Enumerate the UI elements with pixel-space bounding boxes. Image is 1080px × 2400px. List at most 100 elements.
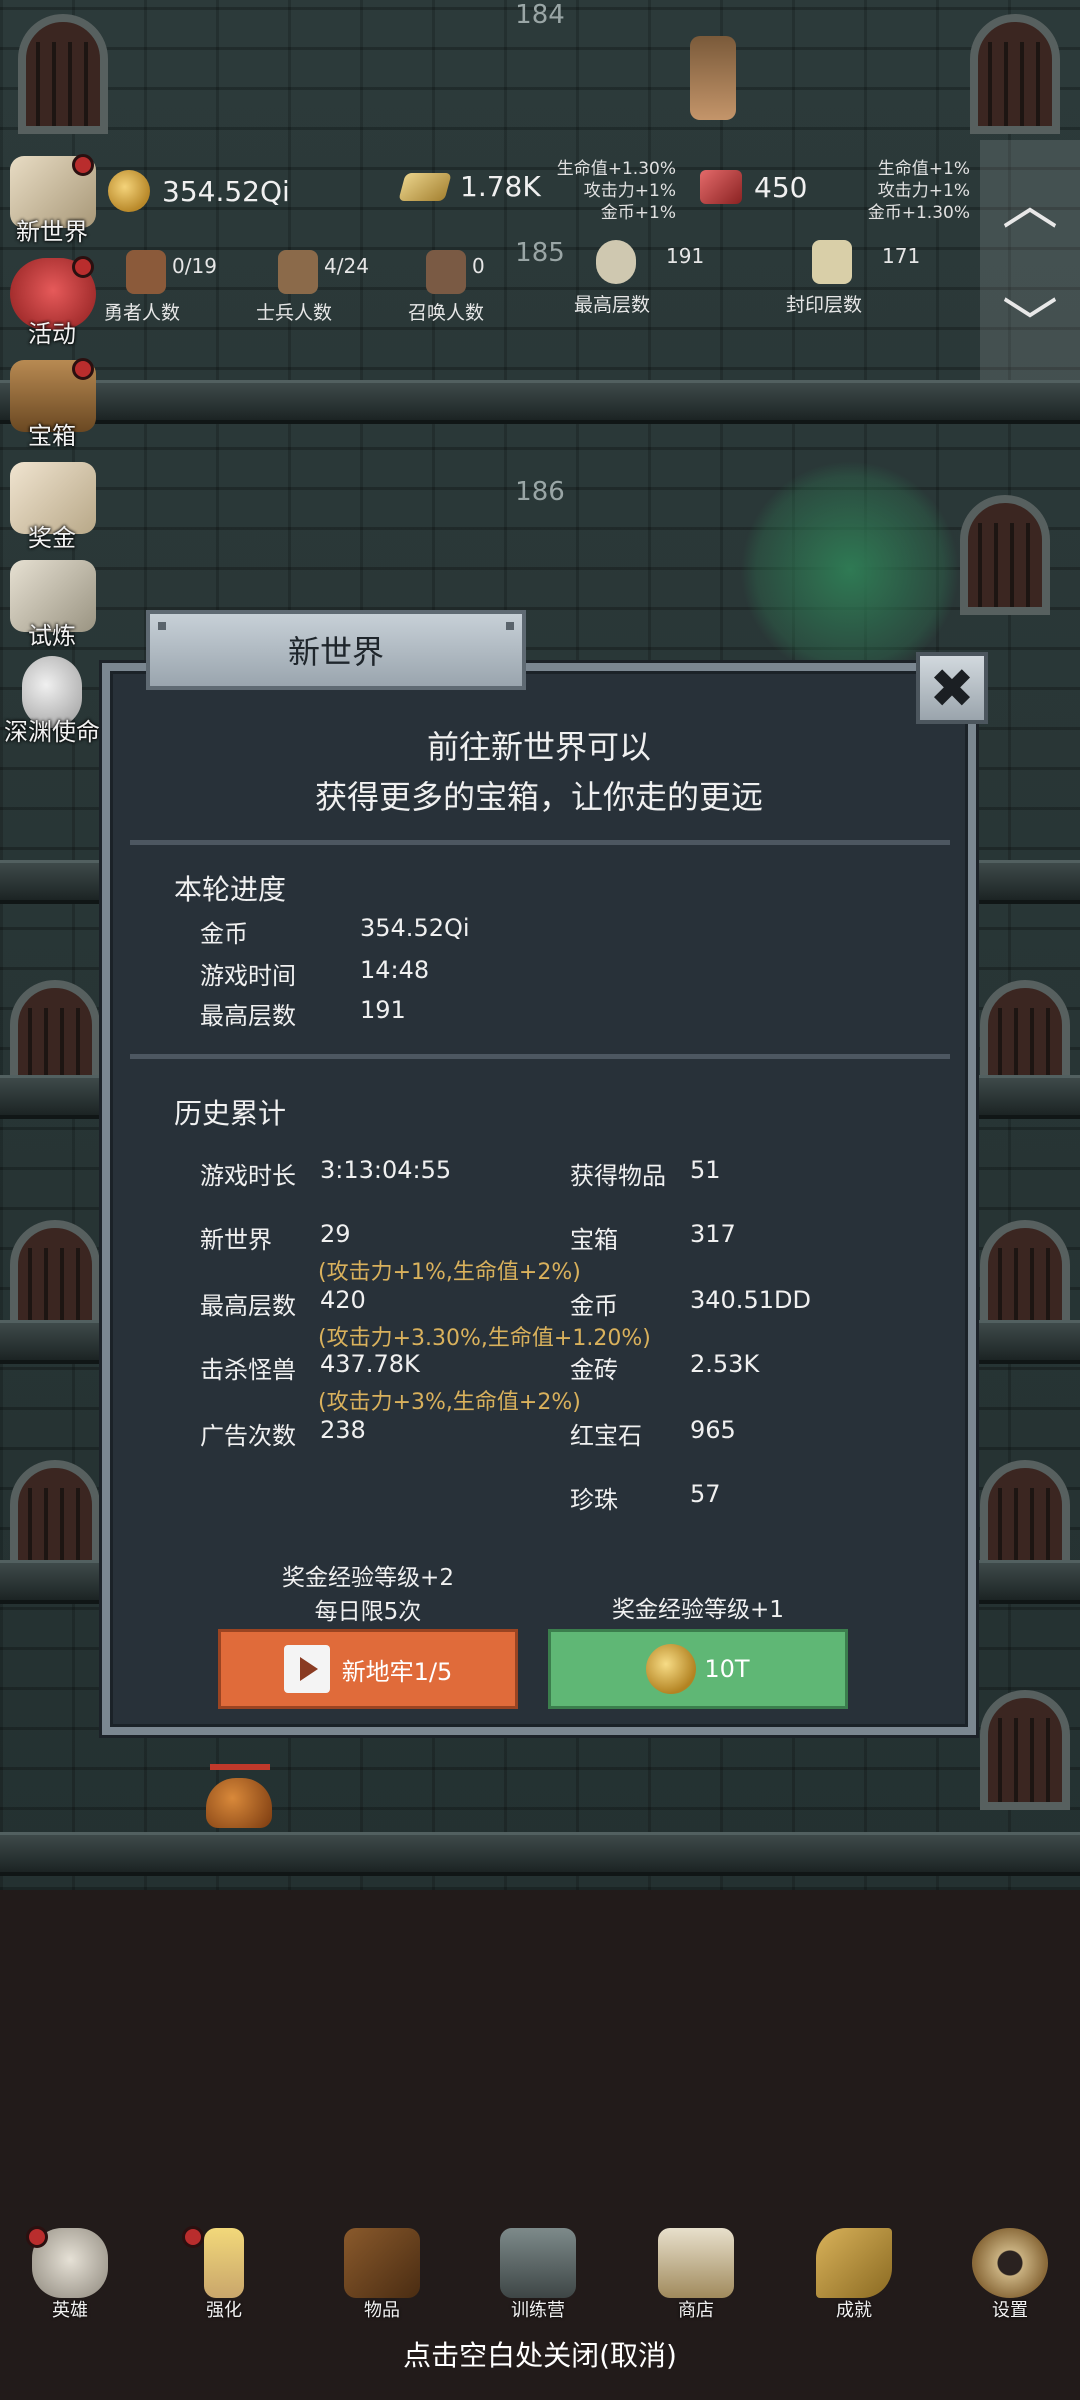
stat-label: 召唤人数 xyxy=(408,302,485,324)
soldier-count-stat: 4/24 士兵人数 xyxy=(256,250,369,324)
daily-limit-note: 每日限5次 xyxy=(314,1599,422,1625)
side-menu-label: 试炼 xyxy=(28,622,76,650)
nav-label: 设置 xyxy=(992,2300,1028,2321)
side-menu-label: 宝箱 xyxy=(28,422,76,450)
round-key: 金币 xyxy=(200,920,248,948)
coin-purchase-button[interactable]: 10T xyxy=(548,1629,848,1709)
dungeon-door xyxy=(18,14,108,134)
scroll-down-button[interactable]: ﹀ xyxy=(980,260,1080,380)
chevron-up-icon: ︿ xyxy=(1002,172,1058,238)
new-dungeon-ad-button[interactable]: 新地牢1/5 xyxy=(218,1629,518,1709)
dungeon-door xyxy=(980,1690,1070,1810)
round-value: 191 xyxy=(360,996,406,1024)
history-value: 317 xyxy=(690,1220,736,1248)
bonus-line: 生命值+1% xyxy=(877,159,970,179)
gear-icon xyxy=(972,2228,1048,2298)
round-key: 最高层数 xyxy=(200,1002,296,1030)
history-key: 珍珠 xyxy=(570,1486,618,1514)
history-value: 437.78K xyxy=(320,1350,420,1378)
history-title: 历史累计 xyxy=(174,1097,287,1130)
bonus-line: 攻击力+1% xyxy=(583,181,676,201)
round-progress-title: 本轮进度 xyxy=(174,873,287,906)
history-value: 51 xyxy=(690,1156,721,1184)
chevron-down-icon: ﹀ xyxy=(1002,292,1058,358)
nav-label: 强化 xyxy=(206,2300,242,2321)
dungeon-door xyxy=(970,14,1060,134)
dialog-description-line: 获得更多的宝箱，让你走的更远 xyxy=(314,778,763,816)
notification-dot xyxy=(72,256,94,278)
bonus-line: 金币+1.30% xyxy=(867,203,970,223)
history-key: 获得物品 xyxy=(570,1162,666,1190)
round-value: 354.52Qi xyxy=(360,914,470,942)
history-key: 最高层数 xyxy=(200,1292,296,1320)
nav-items[interactable]: 物品 xyxy=(322,2226,442,2330)
mug-icon xyxy=(658,2228,734,2298)
floor-number: 186 xyxy=(515,477,565,507)
new-dungeon-note: 奖金经验等级+2 xyxy=(282,1565,454,1591)
side-menu-new-world[interactable]: 新世界 xyxy=(4,152,100,248)
lantern-icon xyxy=(500,2228,576,2298)
notification-dot xyxy=(182,2226,204,2248)
gold-coin-icon xyxy=(646,1644,697,1694)
bottom-navigation: 英雄 强化 物品 训练营 商店 成就 设置 xyxy=(0,2226,1080,2330)
new-dungeon-button-label: 新地牢1/5 xyxy=(341,1657,453,1686)
candle-icon xyxy=(204,2228,244,2298)
nav-heroes[interactable]: 英雄 xyxy=(10,2226,130,2330)
ruby-icon xyxy=(700,170,742,204)
nav-achievements[interactable]: 成就 xyxy=(794,2226,914,2330)
nav-upgrade[interactable]: 强化 xyxy=(164,2226,284,2330)
side-menu-bonus[interactable]: 奖金 xyxy=(4,458,100,554)
divider xyxy=(130,840,950,845)
gold-coin-icon xyxy=(108,170,150,212)
history-value: 57 xyxy=(690,1480,721,1508)
nav-label: 成就 xyxy=(836,2300,872,2321)
side-menu-label: 奖金 xyxy=(28,524,76,552)
gold-bar-bonus-list: 生命值+1.30% 攻击力+1% 金币+1% xyxy=(520,158,676,224)
summon-count-stat: 0 召唤人数 xyxy=(408,250,485,324)
gold-bar-icon xyxy=(398,172,452,201)
gold-value: 354.52Qi xyxy=(162,174,290,208)
side-menu-events[interactable]: 活动 xyxy=(4,254,100,350)
tap-to-close-hint[interactable]: 点击空白处关闭(取消) xyxy=(0,2334,1080,2374)
history-key: 游戏时长 xyxy=(200,1162,296,1190)
history-key: 广告次数 xyxy=(200,1422,296,1450)
history-value: 340.51DD xyxy=(690,1286,811,1314)
close-icon: ✖ xyxy=(929,656,975,720)
history-key: 金砖 xyxy=(570,1356,618,1384)
soldier-portrait-icon xyxy=(278,250,318,294)
dialog-title-tab: 新世界 xyxy=(146,610,526,690)
history-value: 29 xyxy=(320,1220,351,1248)
history-bonus: (攻击力+3%,生命值+2%) xyxy=(318,1390,581,1415)
stat-value: 171 xyxy=(882,244,921,268)
floor-number: 185 xyxy=(515,238,565,268)
side-menu-chest[interactable]: 宝箱 xyxy=(4,356,100,452)
history-value: 3:13:04:55 xyxy=(320,1156,452,1184)
coin-price-label: 10T xyxy=(704,1655,750,1683)
nav-label: 物品 xyxy=(364,2300,400,2321)
ruby-resource: 450 xyxy=(700,170,807,204)
book-icon xyxy=(344,2228,420,2298)
nav-settings[interactable]: 设置 xyxy=(950,2226,1070,2330)
gold-resource: 354.52Qi xyxy=(108,170,290,212)
stat-label: 士兵人数 xyxy=(256,302,333,324)
floor-ledge xyxy=(0,380,1080,424)
green-portal-glow xyxy=(740,460,960,680)
coin-reward-note: 奖金经验等级+1 xyxy=(612,1597,784,1623)
notification-dot xyxy=(72,358,94,380)
history-value: 965 xyxy=(690,1416,736,1444)
side-menu-trial[interactable]: 试炼 xyxy=(4,556,100,652)
stat-value: 0/19 xyxy=(172,254,217,278)
divider xyxy=(130,1054,950,1059)
history-value: 238 xyxy=(320,1416,366,1444)
nav-label: 训练营 xyxy=(511,2300,565,2321)
side-menu-abyss-mission[interactable]: 深渊使命 xyxy=(4,652,100,748)
nav-shop[interactable]: 商店 xyxy=(636,2226,756,2330)
side-menu-label: 活动 xyxy=(28,320,76,348)
slime-monster xyxy=(206,1778,272,1828)
round-value: 14:48 xyxy=(360,956,430,984)
nav-training[interactable]: 训练营 xyxy=(478,2226,598,2330)
history-key: 宝箱 xyxy=(570,1226,618,1254)
round-key: 游戏时间 xyxy=(200,962,296,990)
scroll-up-button[interactable]: ︿ xyxy=(980,140,1080,260)
close-button[interactable]: ✖ xyxy=(916,652,988,724)
